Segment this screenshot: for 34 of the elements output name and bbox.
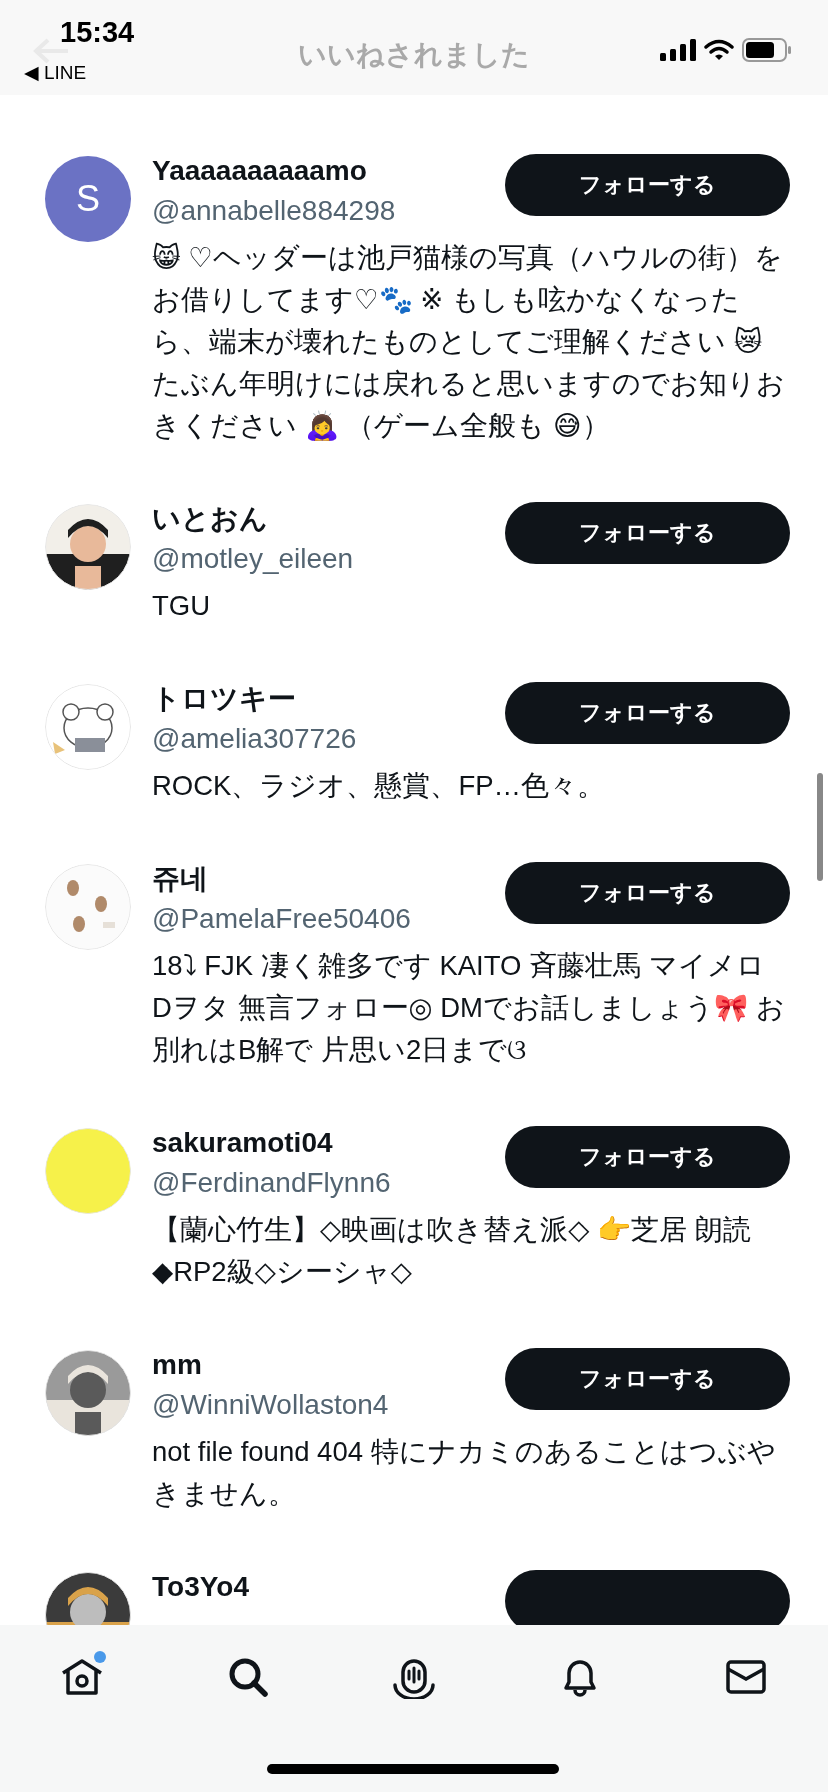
user-name[interactable]: いとおん — [152, 499, 354, 539]
page-title: いいねされました — [297, 38, 531, 72]
user-handle[interactable]: @amelia307726 — [152, 719, 357, 759]
scrollbar[interactable] — [817, 773, 823, 881]
user-bio: 【蘭心竹生】◇映画は吹き替え派◇ 👉芝居 朗読 ◆RP2級◇シーシャ◇ — [152, 1213, 752, 1289]
user-name[interactable]: sakuramoti04 — [152, 1123, 391, 1163]
user-bio: ROCK、ラジオ、懸賞、FP…色々。 — [152, 769, 607, 803]
wifi-icon — [704, 39, 734, 61]
follow-button[interactable]: フォローする — [505, 682, 790, 744]
clock-time: 15:34 — [60, 16, 135, 49]
follow-button[interactable]: フォローする — [505, 1348, 790, 1410]
user-bio: not file found 404 特にナカミのあることはつぶやきません。 — [152, 1435, 777, 1511]
user-handle[interactable]: @motley_eileen — [152, 539, 354, 579]
user-name[interactable]: To3Yo4 — [152, 1567, 249, 1607]
follow-button[interactable] — [505, 1570, 790, 1625]
follow-button[interactable]: フォローする — [505, 862, 790, 924]
user-name[interactable]: トロツキー — [152, 679, 357, 719]
user-bio: 😸 ♡ヘッダーは池戸猫様の写真（ハウルの街）をお借りしてます♡🐾 ※ もしも呟かなくなったら、端末が壊れたものとしてご理解ください 😿 たぶん年明けには戻れると思いますのでお知りおきください 🙇‍♀ （ゲーム全般も 😅） — [152, 241, 786, 443]
user-handle[interactable]: @WinniWollaston4 — [152, 1385, 389, 1425]
user-handle[interactable]: @FerdinandFlynn6 — [152, 1163, 391, 1203]
user-bio: 18⤵ FJK 凄く雑多です KAITO 斉藤壮馬 マイメロ Dヲタ 無言フォロー◎ DMでお話しましょう🎀 お別れはB解で 片思い2日までଓ — [152, 949, 786, 1067]
user-handle[interactable]: @PamelaFree50406 — [152, 899, 411, 939]
user-handle[interactable]: @annabelle884298 — [152, 191, 396, 231]
avatar[interactable]: S — [45, 156, 131, 242]
user-name[interactable]: 쥬네 — [152, 859, 411, 899]
follow-button[interactable]: フォローする — [505, 1126, 790, 1188]
back-to-app-link[interactable]: ◀ LINE — [24, 61, 87, 84]
battery-icon — [742, 38, 792, 62]
user-name[interactable]: mm — [152, 1345, 389, 1385]
signal-icon — [660, 39, 696, 61]
follow-button[interactable]: フォローする — [505, 154, 790, 216]
user-bio: TGU — [152, 589, 212, 623]
follow-button[interactable]: フォローする — [505, 502, 790, 564]
user-name[interactable]: Yaaaaaaaaaamo — [152, 151, 396, 191]
